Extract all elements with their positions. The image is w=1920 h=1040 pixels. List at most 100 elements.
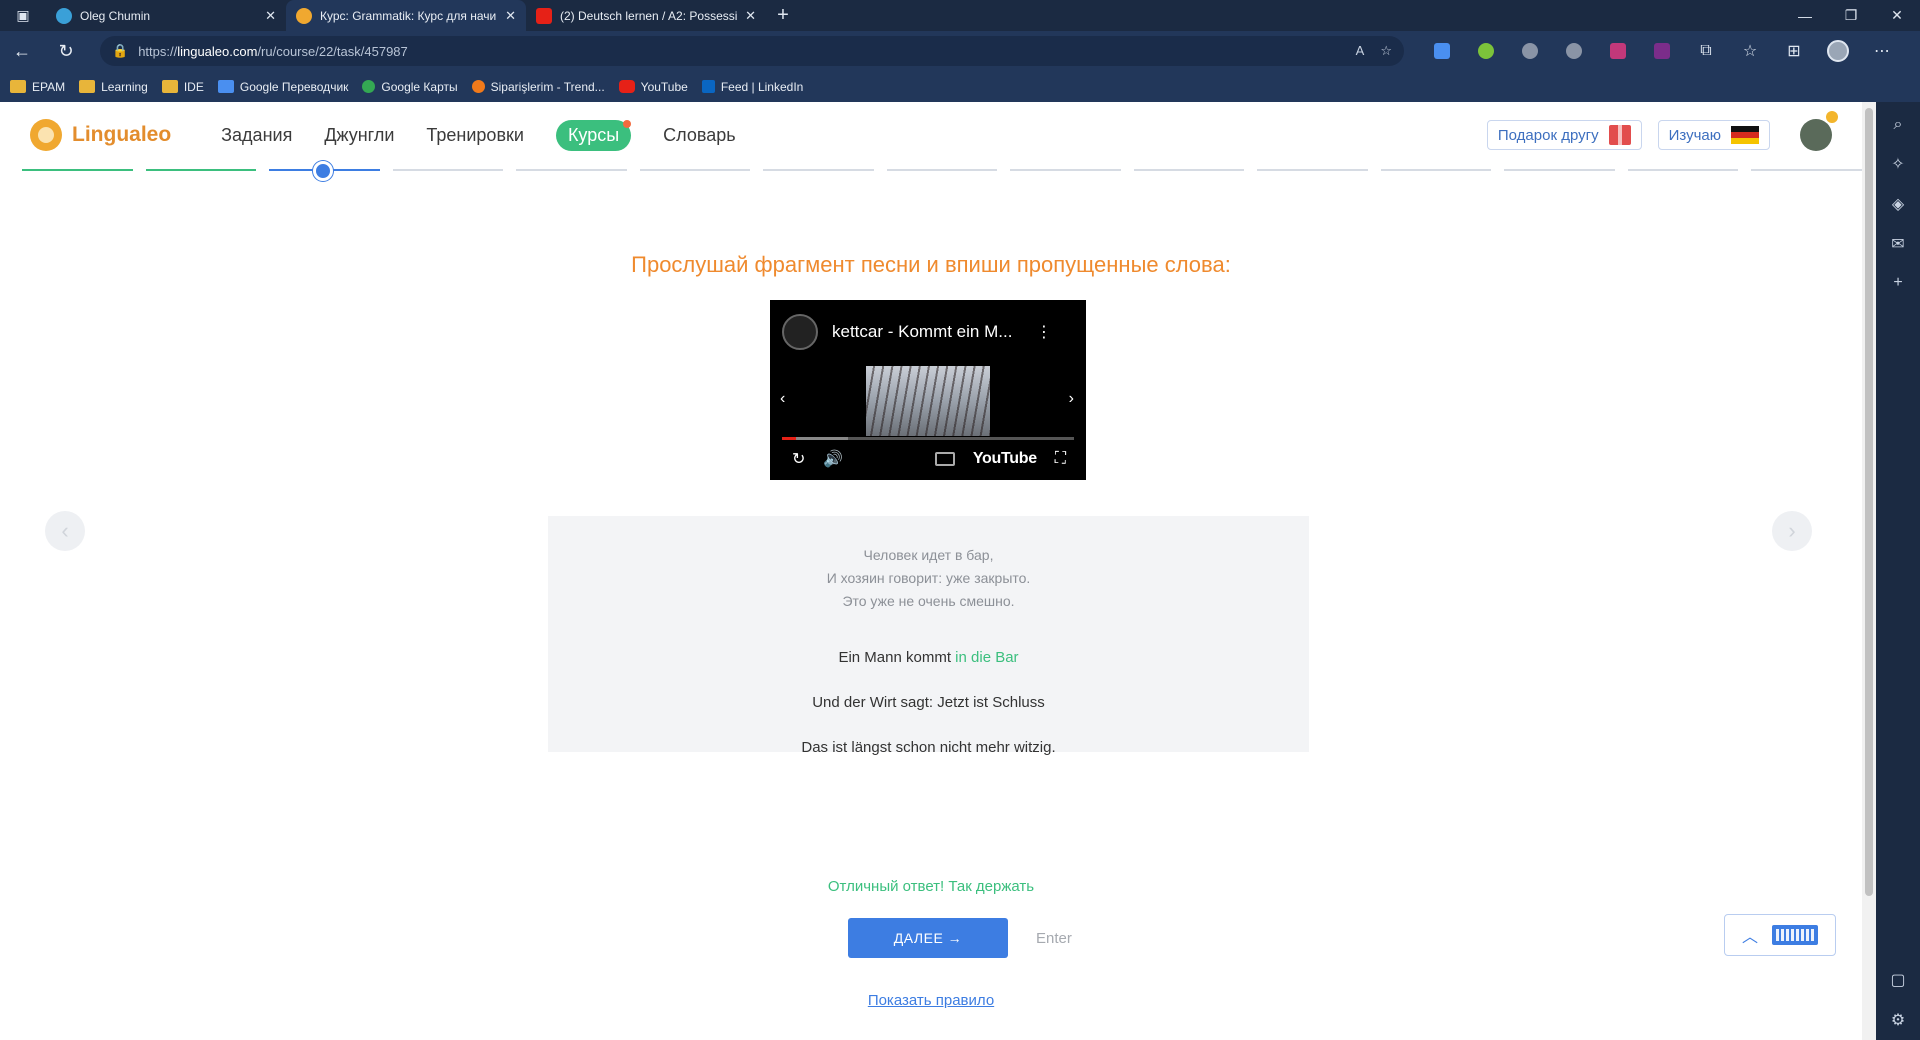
video-title[interactable]: kettcar - Kommt ein M...: [832, 322, 1012, 342]
premium-crown-icon: [1826, 111, 1838, 123]
bookmark-google-maps[interactable]: Google Карты: [362, 80, 458, 94]
bookmark-youtube[interactable]: YouTube: [618, 80, 688, 94]
refresh-icon[interactable]: ↻: [44, 31, 88, 71]
bookmark-learning[interactable]: Learning: [79, 80, 148, 94]
subtitles-icon[interactable]: [934, 452, 955, 466]
browser-tab-2[interactable]: Курс: Grammatik: Курс для начинающих ✕: [286, 0, 526, 31]
bookmark-epam[interactable]: EPAM: [10, 80, 65, 94]
purple-extension-icon[interactable]: [1640, 31, 1684, 71]
restore-icon[interactable]: ❐: [1828, 0, 1874, 31]
nav-item-courses[interactable]: Курсы: [555, 119, 632, 151]
page-scrollbar[interactable]: [1862, 102, 1876, 1040]
back-icon[interactable]: ←: [0, 31, 44, 71]
read-aloud-icon[interactable]: A: [1356, 43, 1365, 59]
next-task-arrow[interactable]: ›: [1772, 511, 1812, 551]
bookmark-ide[interactable]: IDE: [161, 80, 204, 94]
copilot-icon[interactable]: ✧: [1891, 154, 1904, 174]
google-translate-icon: [217, 80, 234, 93]
linkedin-icon: [701, 80, 715, 93]
nav-item-dictionary[interactable]: Словарь: [663, 125, 735, 146]
progress-segment-current[interactable]: [269, 161, 380, 181]
progress-segment[interactable]: [1627, 169, 1739, 171]
youtube-video-player[interactable]: kettcar - Kommt ein M... ⋮ ‹ › ↻ 🔊 YouTu…: [770, 300, 1086, 480]
sidebar-layout-icon[interactable]: ▢: [1890, 970, 1905, 990]
progress-segment[interactable]: [1751, 169, 1862, 171]
progress-segment[interactable]: [1257, 169, 1368, 171]
video-progress-bar[interactable]: [782, 437, 1074, 440]
games-icon[interactable]: ◈: [1892, 194, 1904, 214]
chevron-right-icon: ›: [1788, 518, 1796, 543]
next-button[interactable]: ДАЛЕЕ →: [848, 918, 1008, 958]
close-tab-icon[interactable]: ✕: [745, 8, 756, 24]
translate-extension-icon[interactable]: [1420, 31, 1464, 71]
more-menu-icon[interactable]: ⋯: [1860, 31, 1904, 71]
header-actions: Подарок другу Изучаю: [1486, 111, 1838, 151]
german-flag-icon: [1731, 126, 1759, 144]
progress-segment[interactable]: [145, 169, 257, 171]
progress-segment[interactable]: [639, 169, 751, 171]
progress-segment[interactable]: [763, 169, 874, 171]
extension-icon[interactable]: [1552, 31, 1596, 71]
lingualeo-logo[interactable]: Lingualeo: [30, 119, 171, 151]
favorites-icon[interactable]: ☆: [1728, 31, 1772, 71]
progress-segment[interactable]: [22, 169, 133, 171]
video-more-icon[interactable]: ⋮: [1036, 322, 1052, 342]
channel-avatar[interactable]: [782, 314, 818, 350]
progress-segment[interactable]: [392, 169, 504, 171]
youtube-logo[interactable]: YouTube: [973, 450, 1037, 468]
progress-segment[interactable]: [886, 169, 998, 171]
video-prev-icon[interactable]: ‹: [780, 390, 785, 408]
virtual-keyboard-toggle[interactable]: ︿: [1724, 914, 1836, 956]
scrollbar-thumb[interactable]: [1865, 108, 1873, 896]
bookmark-linkedin[interactable]: Feed | LinkedIn: [701, 80, 803, 94]
settings-gear-icon[interactable]: ⚙: [1891, 1010, 1905, 1030]
nav-item-tasks[interactable]: Задания: [221, 125, 292, 146]
close-tab-icon[interactable]: ✕: [505, 8, 516, 24]
gift-friend-button[interactable]: Подарок другу: [1486, 120, 1642, 150]
profile-avatar[interactable]: [1816, 31, 1860, 71]
volume-icon[interactable]: 🔊: [823, 449, 843, 469]
extension-icon[interactable]: [1508, 31, 1552, 71]
lock-icon[interactable]: 🔒: [112, 43, 128, 59]
previous-task-button[interactable]: ‹: [45, 511, 85, 551]
browser-tab-3[interactable]: (2) Deutsch lernen / A2: Possessivartike…: [526, 0, 766, 31]
replay-icon[interactable]: ↻: [792, 449, 805, 469]
bookmark-trendyol[interactable]: Siparişlerim - Trend...: [471, 80, 605, 94]
new-tab-button[interactable]: +: [766, 0, 800, 31]
progress-segment[interactable]: [1133, 169, 1245, 171]
fullscreen-icon[interactable]: ⛶: [1055, 450, 1066, 468]
green-extension-icon[interactable]: [1464, 31, 1508, 71]
search-icon[interactable]: ⌕: [1894, 116, 1903, 134]
extensions-puzzle-icon[interactable]: ⧉: [1684, 31, 1728, 71]
browser-tab-bar: ▣ Oleg Chumin ✕ Курс: Grammatik: Курс дл…: [0, 0, 1920, 31]
nav-item-trainings[interactable]: Тренировки: [426, 125, 524, 146]
tab-actions-icon[interactable]: ▣: [0, 0, 46, 31]
lyric-line: Und der Wirt sagt: Jetzt ist Schluss: [812, 694, 1045, 711]
folder-icon: [10, 80, 26, 93]
outlook-icon[interactable]: ✉: [1891, 234, 1904, 254]
minimize-icon[interactable]: —: [1782, 0, 1828, 31]
user-avatar[interactable]: [1800, 111, 1838, 151]
trendyol-icon: [471, 80, 485, 93]
bookmark-google-translate[interactable]: Google Переводчик: [217, 80, 348, 94]
collections-icon[interactable]: ⊞: [1772, 31, 1816, 71]
video-next-icon[interactable]: ›: [1069, 390, 1074, 408]
close-tab-icon[interactable]: ✕: [265, 8, 276, 24]
add-icon[interactable]: +: [1893, 274, 1902, 292]
favorite-star-icon[interactable]: ☆: [1380, 43, 1392, 59]
browser-tab-1[interactable]: Oleg Chumin ✕: [46, 0, 286, 31]
keyboard-icon: [1772, 925, 1818, 945]
learning-language-button[interactable]: Изучаю: [1657, 120, 1770, 150]
progress-segment[interactable]: [1380, 169, 1492, 171]
google-maps-icon: [362, 80, 376, 93]
progress-segment[interactable]: [1504, 169, 1615, 171]
address-bar[interactable]: 🔒 https://lingualeo.com/ru/course/22/tas…: [100, 36, 1404, 66]
lyric-line: Ein Mann kommt in die Bar: [838, 649, 1019, 666]
pink-extension-icon[interactable]: [1596, 31, 1640, 71]
close-window-icon[interactable]: ✕: [1874, 0, 1920, 31]
video-thumbnail[interactable]: [866, 366, 990, 436]
nav-item-jungle[interactable]: Джунгли: [324, 125, 394, 146]
progress-segment[interactable]: [516, 169, 627, 171]
show-rule-link[interactable]: Показать правило: [0, 992, 1862, 1009]
progress-segment[interactable]: [1010, 169, 1121, 171]
